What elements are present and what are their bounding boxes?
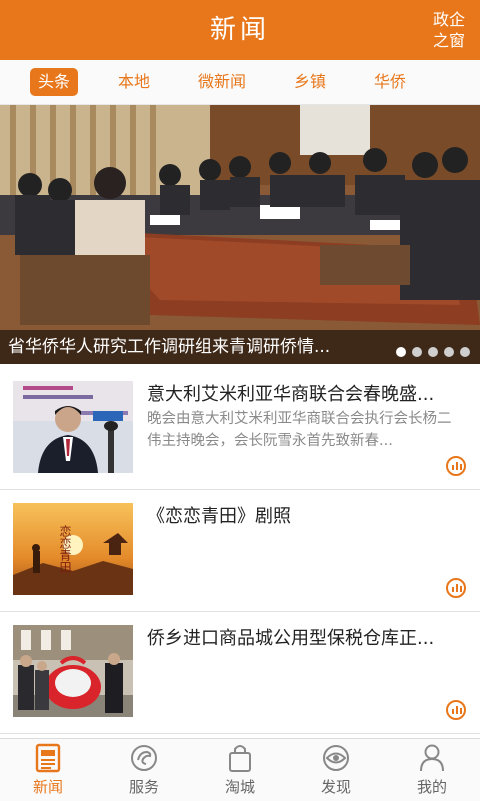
newspaper-icon xyxy=(35,743,61,773)
news-item[interactable]: 意大利艾米利亚华商联合会春晚盛... 晚会由意大利艾米利亚华商联合会执行会长杨二… xyxy=(0,368,480,490)
carousel-dot[interactable] xyxy=(428,347,438,357)
bottom-nav: 新闻 服务 淘城 发现 我的 xyxy=(0,738,480,801)
nav-label: 我的 xyxy=(416,778,447,796)
tab-towns[interactable]: 乡镇 xyxy=(285,68,335,96)
carousel-caption[interactable]: 省华侨华人研究工作调研组来青调研侨情... xyxy=(8,330,378,364)
service-icon xyxy=(131,745,157,771)
carousel-dot[interactable] xyxy=(396,347,406,357)
eye-icon xyxy=(323,745,349,771)
news-title: 侨乡进口商品城公用型保税仓库正... xyxy=(147,628,435,649)
carousel-dot[interactable] xyxy=(412,347,422,357)
nav-label: 服务 xyxy=(128,778,159,796)
stats-icon[interactable] xyxy=(446,456,466,476)
tab-local[interactable]: 本地 xyxy=(108,68,160,96)
thumb-title-text: 恋恋青田 xyxy=(58,524,72,573)
nav-news[interactable]: 新闻 xyxy=(0,739,96,801)
news-thumbnail: 恋恋青田 xyxy=(13,503,133,595)
carousel-indicator xyxy=(390,342,470,357)
carousel-dot[interactable] xyxy=(460,347,470,357)
news-summary: 晚会由意大利艾米利亚华商联合会执行会长杨二伟主持晚会，会长阮雪永首先致新春... xyxy=(147,411,452,449)
nav-discover[interactable]: 发现 xyxy=(288,739,384,801)
stats-icon[interactable] xyxy=(446,700,466,720)
news-thumbnail xyxy=(13,381,133,473)
nav-service[interactable]: 服务 xyxy=(96,739,192,801)
news-thumbnail xyxy=(13,625,133,717)
top-bar: 新闻 政企 之窗 xyxy=(0,0,480,60)
tab-micro-news[interactable]: 微新闻 xyxy=(190,68,254,96)
tab-headlines[interactable]: 头条 xyxy=(30,68,78,96)
stats-icon[interactable] xyxy=(446,578,466,598)
gov-window-link[interactable]: 政企 之窗 xyxy=(428,9,470,51)
news-title: 意大利艾米利亚华商联合会春晚盛... xyxy=(147,384,435,405)
category-tabs: 头条 本地 微新闻 乡镇 华侨 xyxy=(0,60,480,105)
carousel-caption-bar: 省华侨华人研究工作调研组来青调研侨情... xyxy=(0,330,480,364)
headline-carousel[interactable]: 省华侨华人研究工作调研组来青调研侨情... xyxy=(0,105,480,364)
user-icon xyxy=(420,744,444,772)
gov-window-line-1: 政企 xyxy=(432,10,465,29)
nav-label: 新闻 xyxy=(32,778,63,796)
carousel-photo xyxy=(0,105,480,364)
carousel-dot[interactable] xyxy=(444,347,454,357)
nav-label: 发现 xyxy=(320,778,351,796)
gov-window-line-2: 之窗 xyxy=(432,31,465,50)
news-item[interactable]: 侨乡进口商品城公用型保税仓库正... xyxy=(0,612,480,734)
news-title: 《恋恋青田》剧照 xyxy=(147,506,291,527)
news-item[interactable]: 恋恋青田 《恋恋青田》剧照 xyxy=(0,490,480,612)
page-title: 新闻 xyxy=(209,15,270,45)
nav-shop[interactable]: 淘城 xyxy=(192,739,288,801)
shopping-bag-icon xyxy=(229,745,251,772)
nav-label: 淘城 xyxy=(224,778,255,796)
tab-overseas-chinese[interactable]: 华侨 xyxy=(365,68,415,96)
nav-me[interactable]: 我的 xyxy=(384,739,480,801)
